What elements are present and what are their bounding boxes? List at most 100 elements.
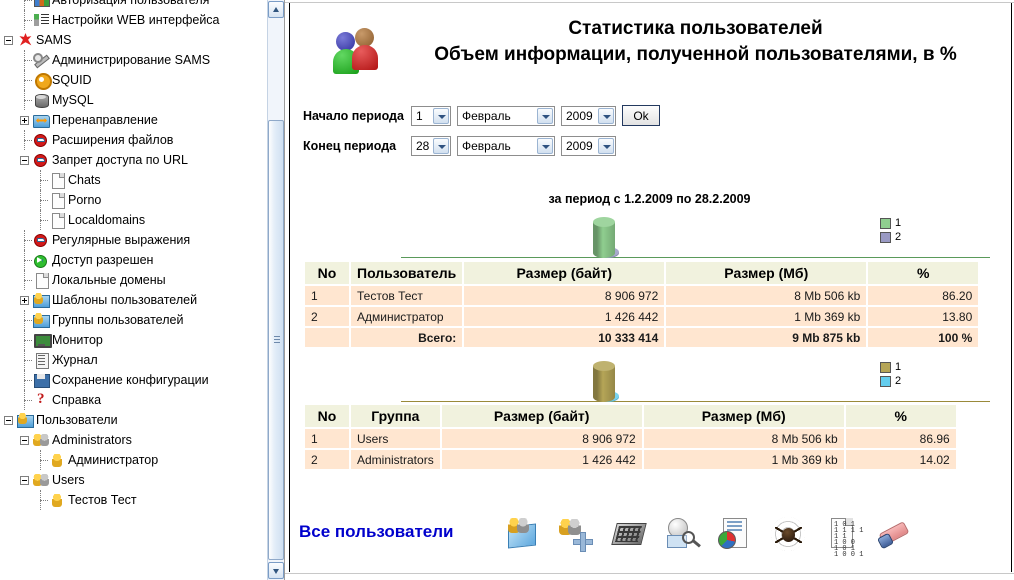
table-cell: 8 906 972 [441, 429, 642, 448]
end-month-select[interactable]: Февраль [457, 135, 555, 156]
tree-item-8[interactable]: Запрет доступа по URL [2, 150, 284, 170]
tree-item-12[interactable]: Регулярные выражения [2, 230, 284, 250]
chart-baseline [401, 257, 990, 258]
tree-item-label: Сохранение конфигурации [52, 373, 209, 387]
users-bar-chart: 12 [303, 214, 1002, 258]
tree-item-7[interactable]: Расширения файлов [2, 130, 284, 150]
tree-item-25[interactable]: Тестов Тест [2, 490, 284, 510]
document-icon [49, 212, 66, 229]
chevron-down-icon[interactable] [537, 137, 553, 154]
collapse-icon[interactable] [20, 475, 29, 485]
tree-item-9[interactable]: Chats [2, 170, 284, 190]
table-cell: 1 [305, 429, 349, 448]
start-month-select[interactable]: Февраль [457, 105, 555, 126]
allow-folder-icon [33, 252, 50, 268]
column-header: No [305, 262, 349, 284]
start-day-value: 1 [416, 108, 423, 123]
add-user-icon[interactable] [557, 515, 595, 553]
collapse-icon[interactable] [20, 435, 29, 445]
end-year-select[interactable]: 2009 [561, 135, 616, 156]
all-users-link[interactable]: Все пользователи [299, 522, 454, 542]
legend-entry: 1 [880, 360, 901, 374]
user-icon [49, 452, 66, 468]
tree-item-17[interactable]: Монитор [2, 330, 284, 350]
tree-item-21[interactable]: Пользователи [2, 410, 284, 430]
tree-connector [36, 490, 49, 510]
tree-item-16[interactable]: Группы пользователей [2, 310, 284, 330]
collapse-icon[interactable] [4, 415, 13, 425]
bug-icon[interactable] [769, 515, 807, 553]
report-icon[interactable] [715, 515, 753, 553]
tree-connector [20, 310, 33, 330]
chevron-down-icon[interactable] [433, 107, 449, 124]
chevron-down-icon[interactable] [433, 137, 449, 154]
user-figure-right [352, 28, 378, 70]
chevron-down-icon[interactable] [598, 107, 614, 124]
tree-item-18[interactable]: Журнал [2, 350, 284, 370]
collapse-icon[interactable] [20, 155, 29, 165]
bar-body [593, 222, 615, 258]
calculator-icon[interactable] [610, 515, 648, 553]
column-header: % [845, 405, 956, 427]
bug-body [782, 528, 795, 542]
tree-item-23[interactable]: Администратор [2, 450, 284, 470]
end-period-label: Конец периода [303, 138, 397, 153]
total-cell: 9 Mb 875 kb [666, 328, 867, 347]
end-day-select[interactable]: 28 [411, 135, 451, 156]
all-users-folder-icon[interactable] [504, 515, 542, 553]
tree-item-1[interactable]: Настройки WEB интерфейса [2, 10, 284, 30]
scroll-down-arrow-icon[interactable] [268, 562, 284, 579]
tree-connector [36, 450, 49, 470]
tree-item-4[interactable]: SQUID [2, 70, 284, 90]
scroll-up-arrow-icon[interactable] [268, 1, 284, 18]
legend-entry: 2 [880, 230, 901, 244]
tree-item-10[interactable]: Porno [2, 190, 284, 210]
start-day-select[interactable]: 1 [411, 105, 451, 126]
tools-icon [33, 52, 50, 68]
tree-item-15[interactable]: Шаблоны пользователей [2, 290, 284, 310]
tree-item-14[interactable]: Локальные домены [2, 270, 284, 290]
binary-file-icon[interactable]: 1 0 1 1 1 1 1 1 1 1 0 0 1 0 1 1 0 0 1 [822, 515, 863, 559]
bottom-divider [285, 573, 1014, 574]
expand-icon[interactable] [20, 295, 29, 305]
eraser-icon[interactable] [875, 515, 913, 553]
tree-item-20[interactable]: Справка [2, 390, 284, 410]
table-cell: 8 906 972 [464, 286, 665, 305]
chevron-down-icon[interactable] [598, 137, 614, 154]
tree-item-24[interactable]: Users [2, 470, 284, 490]
start-year-select[interactable]: 2009 [561, 105, 616, 126]
tree-item-13[interactable]: Доступ разрешен [2, 250, 284, 270]
tree-item-6[interactable]: Перенаправление [2, 110, 284, 130]
sams-star-icon [17, 32, 34, 48]
expand-icon[interactable] [20, 115, 29, 125]
tree-connector [20, 90, 33, 110]
collapse-icon[interactable] [4, 35, 13, 45]
document-icon [33, 272, 50, 289]
tree-item-5[interactable]: MySQL [2, 90, 284, 110]
scrollbar-thumb[interactable] [268, 120, 284, 560]
tree-connector [20, 390, 33, 410]
tree-item-0[interactable]: Авторизация пользователя [2, 0, 284, 10]
user-folder-icon [17, 412, 34, 428]
search-user-icon[interactable] [662, 515, 701, 553]
table-cell: 1 [305, 286, 349, 305]
tree-connector [20, 370, 33, 390]
tree-item-19[interactable]: Сохранение конфигурации [2, 370, 284, 390]
legend-entry: 1 [880, 216, 901, 230]
table-cell: 8 Mb 506 kb [666, 286, 867, 305]
tree-scrollbar[interactable] [267, 0, 284, 580]
tree-item-3[interactable]: Администрирование SAMS [2, 50, 284, 70]
tree-item-label: SQUID [52, 73, 92, 87]
legend-label: 1 [895, 216, 902, 229]
binary-file-text: 1 0 1 1 1 1 1 1 1 1 0 0 1 0 1 1 0 0 1 [834, 521, 864, 559]
total-cell: 10 333 414 [464, 328, 665, 347]
deny-folder-icon [33, 232, 50, 248]
ok-button[interactable]: Ok [622, 105, 660, 126]
chart-bar-1 [593, 217, 615, 258]
chevron-down-icon[interactable] [537, 107, 553, 124]
tree-item-22[interactable]: Administrators [2, 430, 284, 450]
web-settings-icon [33, 12, 50, 28]
table-header-row: No Пользователь Размер (байт) Размер (Мб)% [305, 262, 979, 284]
tree-item-11[interactable]: Localdomains [2, 210, 284, 230]
tree-item-2[interactable]: SAMS [2, 30, 284, 50]
